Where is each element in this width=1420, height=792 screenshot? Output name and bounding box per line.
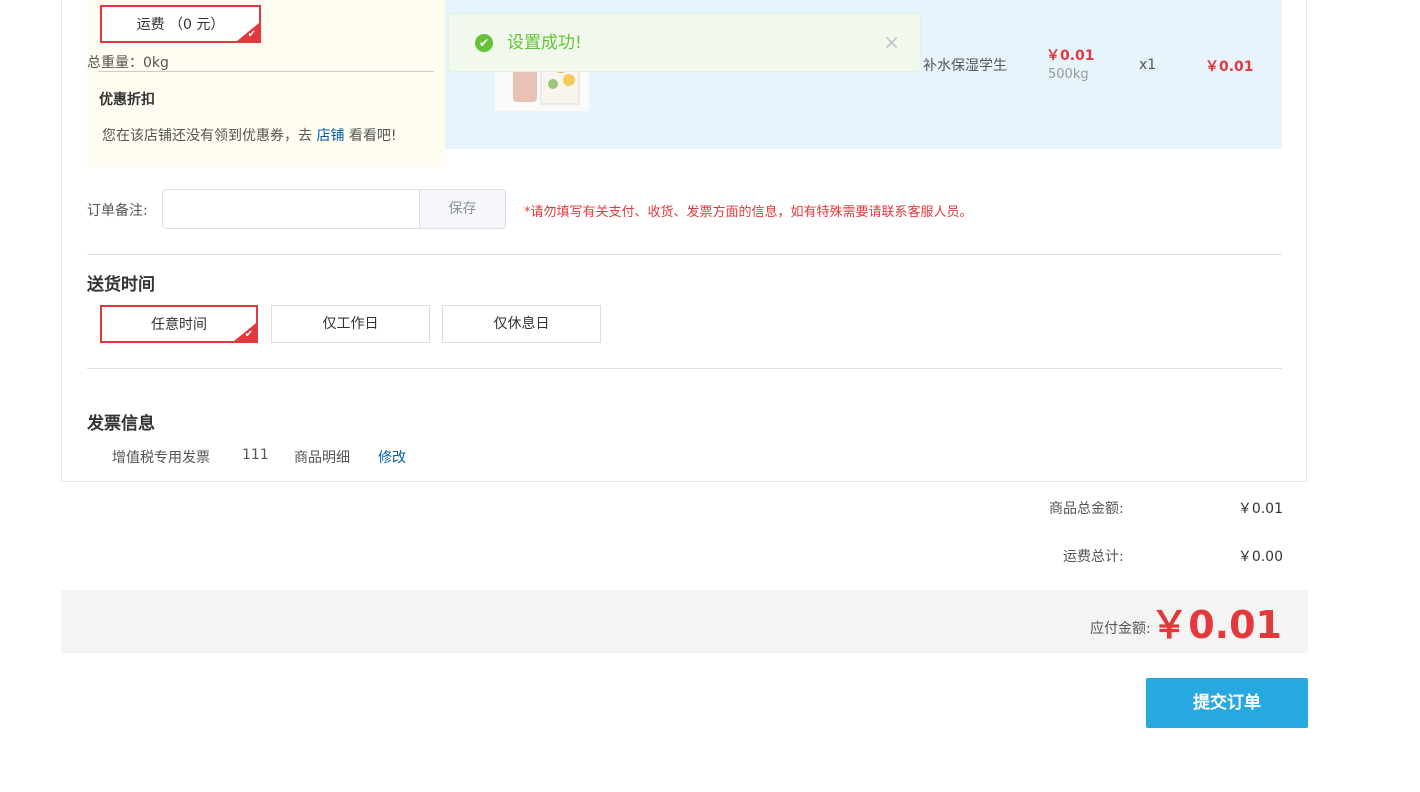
delivery-option-label: 任意时间 [151, 317, 207, 333]
check-icon: ✔ [244, 329, 253, 340]
product-quantity: x1 [1139, 57, 1157, 73]
shipping-fee-option[interactable]: 运费 （0 元） ✔ [100, 5, 261, 43]
toast-close-icon[interactable]: × [883, 30, 900, 54]
product-weight: 500kg [1048, 67, 1089, 82]
product-price: ￥0.01 [1046, 48, 1095, 64]
store-link[interactable]: 店铺 [316, 128, 344, 144]
delivery-option-weekdays[interactable]: 仅工作日 [271, 305, 430, 343]
payable-amount: ￥0.01 [1150, 603, 1282, 647]
section-divider [87, 254, 1282, 255]
goods-total-value: ￥0.01 [1237, 501, 1283, 517]
delivery-title: 送货时间 [87, 275, 155, 295]
invoice-title: 发票信息 [87, 414, 155, 434]
section-divider [87, 368, 1282, 369]
check-circle-icon: ✔ [475, 34, 493, 52]
success-toast: ✔ 设置成功! × [448, 13, 921, 72]
discount-text-after: 看看吧! [348, 128, 397, 144]
delivery-option-any[interactable]: 任意时间 ✔ [100, 305, 258, 343]
check-icon: ✔ [247, 29, 256, 40]
discount-text-before: 您在该店铺还没有领到优惠券，去 [102, 128, 312, 144]
delivery-option-label: 仅工作日 [322, 316, 379, 332]
submit-order-button[interactable]: 提交订单 [1146, 678, 1308, 728]
shipping-divider [98, 71, 434, 72]
toast-message: 设置成功! [507, 33, 582, 53]
product-name[interactable]: 补水保湿学生 [923, 55, 1007, 75]
invoice-header: 111 [242, 447, 269, 463]
delivery-option-weekends[interactable]: 仅休息日 [442, 305, 601, 343]
freight-total-label: 运费总计: [1063, 549, 1124, 565]
remark-warning: *请勿填写有关支付、收货、发票方面的信息，如有特殊需要请联系客服人员。 [524, 205, 973, 220]
invoice-content: 商品明细 [294, 450, 350, 466]
shipping-fee-label: 运费 （0 元） [136, 17, 225, 33]
discount-note: 您在该店铺还没有领到优惠券，去 店铺 看看吧! [102, 125, 397, 145]
invoice-edit-link[interactable]: 修改 [378, 447, 406, 467]
total-weight: 总重量：0kg [87, 55, 169, 71]
product-subtotal: ￥0.01 [1205, 59, 1254, 75]
remark-save-button[interactable]: 保存 [419, 189, 506, 229]
delivery-option-label: 仅休息日 [493, 316, 550, 332]
invoice-type: 增值税专用发票 [112, 450, 210, 466]
discount-title: 优惠折扣 [99, 92, 155, 108]
payable-label: 应付金额: [1090, 621, 1151, 637]
freight-total-value: ￥0.00 [1237, 549, 1283, 565]
goods-total-label: 商品总金额: [1049, 501, 1124, 517]
remark-input[interactable] [162, 189, 420, 229]
remark-label: 订单备注: [87, 203, 148, 219]
